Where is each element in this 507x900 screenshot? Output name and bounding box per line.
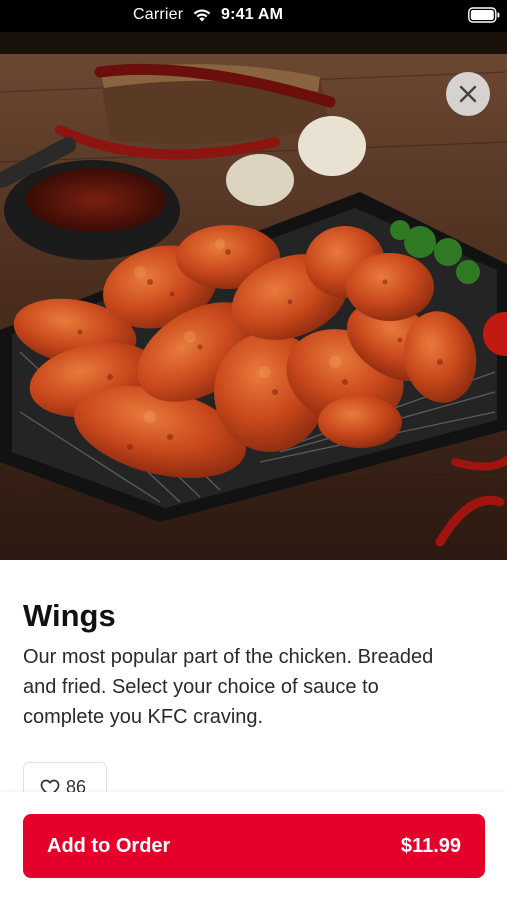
fried-wings-image [0, 32, 507, 560]
status-bar: Carrier 9:41 AM [0, 0, 507, 32]
item-detail-screen: Carrier 9:41 AM Wings Our most popular p… [0, 0, 507, 900]
item-description: Our most popular part of the chicken. Br… [23, 646, 434, 728]
battery-icon [468, 7, 500, 23]
close-icon [459, 85, 477, 103]
wifi-icon [193, 9, 211, 22]
bottom-action-bar: Add to Order $11.99 [0, 792, 507, 900]
add-to-order-button[interactable]: Add to Order $11.99 [23, 814, 485, 878]
item-price: $11.99 [400, 834, 461, 857]
add-to-order-label: Add to Order [47, 834, 171, 857]
food-photo [0, 32, 507, 560]
item-title: Wings [23, 598, 116, 633]
carrier-label: Carrier [133, 6, 184, 23]
clock-time: 9:41 AM [221, 6, 284, 23]
close-button[interactable] [446, 72, 490, 116]
item-details: Wings Our most popular part of the chick… [0, 560, 507, 804]
